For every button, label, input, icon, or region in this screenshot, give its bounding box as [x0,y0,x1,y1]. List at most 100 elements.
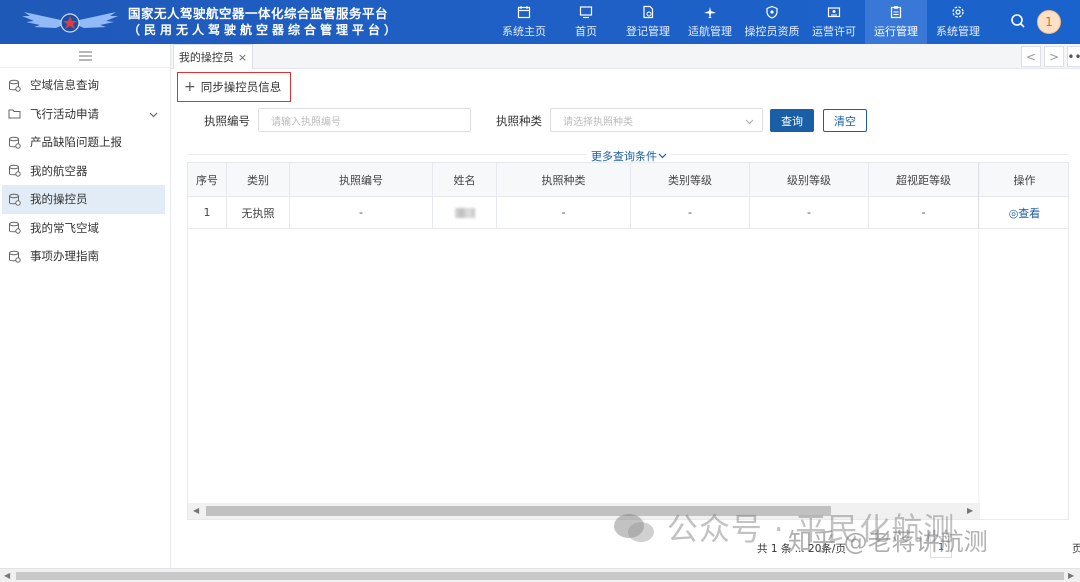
tab-bar: 我的操控员 × < > •• [171,44,1080,69]
cell-license-type: - [497,197,631,228]
cell-category-level: - [631,197,750,228]
sidebar-item-label: 我的航空器 [30,163,88,178]
col-header: 序号 [188,163,227,196]
caac-wings-logo [22,12,118,33]
scroll-right-icon[interactable]: ▶ [1068,571,1074,580]
col-header: 级别等级 [750,163,869,196]
database-icon [9,79,21,92]
sidebar-item-defect-report[interactable]: 产品缺陷问题上报 [0,128,170,157]
cell-index: 1 [188,197,227,228]
tab-more-menu[interactable]: •• [1067,46,1080,67]
col-header: 执照编号 [290,163,433,196]
scrollbar-thumb[interactable] [16,572,1064,580]
license-no-label: 执照编号 [204,114,250,128]
watermark-line2: 知乎 @老蒋讲航测 [788,528,988,556]
search-icon[interactable] [1010,13,1026,29]
sidebar-item-guide[interactable]: 事项办理指南 [0,242,170,271]
database-icon [9,164,21,177]
tab-scroll-next[interactable]: > [1044,46,1064,67]
nav-operation-management[interactable]: 运行管理 [865,0,927,44]
chevron-down-icon [658,153,667,159]
nav-registration[interactable]: 登记管理 [617,0,679,44]
sidebar-collapse-toggle[interactable] [0,44,170,68]
tab-label: 我的操控员 [178,51,234,64]
top-header: 国家无人驾驶航空器一体化综合监管服务平台 （民用无人驾驶航空器综合管理平台） 系… [0,0,1080,44]
nav-label: 登记管理 [626,25,670,38]
tab-scroll-prev[interactable]: < [1021,46,1041,67]
nav-system-management[interactable]: 系统管理 [927,0,989,44]
plane-icon [704,7,716,18]
col-header: 姓名 [433,163,497,196]
clipboard-icon [890,6,902,19]
nav-label: 系统主页 [502,25,546,38]
cell-bvlos-level: - [869,197,979,228]
scroll-left-icon[interactable]: ◀ [4,571,10,580]
sidebar-item-frequent-airspace[interactable]: 我的常飞空域 [0,214,170,243]
wechat-icon [614,514,654,542]
user-avatar[interactable]: 1 [1037,10,1061,34]
redacted-name [454,207,475,218]
document-icon [643,5,654,19]
clear-button[interactable]: 清空 [823,109,867,132]
nav-label: 运行管理 [874,25,918,38]
view-link[interactable]: ◎查看 [1009,205,1041,221]
platform-title-sub: （民用无人驾驶航空器综合管理平台） [128,23,401,37]
fixed-column-shadow [978,163,980,503]
sidebar-item-label: 飞行活动申请 [30,106,99,121]
nav-home[interactable]: 首页 [555,0,617,44]
nav-airworthiness[interactable]: 适航管理 [679,0,741,44]
nav-label: 运营许可 [812,25,856,38]
col-header: 超视距等级 [869,163,979,196]
nav-label: 系统管理 [936,25,980,38]
cell-category: 无执照 [227,197,290,228]
folder-icon [8,109,21,119]
col-header: 操作 [1013,173,1036,187]
col-header: 执照种类 [497,163,631,196]
sidebar-item-my-operators[interactable]: 我的操控员 [2,185,165,214]
sidebar-item-airspace-query[interactable]: 空域信息查询 [0,71,170,100]
page-horizontal-scrollbar[interactable]: ◀ ▶ [0,568,1080,582]
table-row: 1 无执照 - - - - - ◎查看 [188,197,1068,229]
platform-title-main: 国家无人驾驶航空器一体化综合监管服务平台 [128,6,389,21]
cell-grade-level: - [750,197,869,228]
chevron-down-icon [745,119,754,125]
license-type-select[interactable]: 请选择执照种类 [550,108,763,132]
nav-operation-license[interactable]: 运营许可 [803,0,865,44]
col-header: 类别 [227,163,290,196]
database-icon [9,193,21,206]
col-header: 类别等级 [631,163,750,196]
database-icon [9,221,21,234]
close-icon[interactable]: × [238,51,247,64]
sidebar-item-my-aircraft[interactable]: 我的航空器 [0,157,170,186]
id-card-icon [827,7,841,18]
sidebar-item-flight-application[interactable]: 飞行活动申请 [0,100,170,129]
sync-operator-button[interactable]: + 同步操控员信息 [177,72,291,102]
cell-license-no: - [290,197,433,228]
nav-operator-qualification[interactable]: 操控员资质 [741,0,803,44]
query-button[interactable]: 查询 [770,109,814,132]
table-header: 序号 类别 执照编号 姓名 执照种类 类别等级 级别等级 超视距等级 操作 [188,163,1068,197]
settings-icon [952,6,964,18]
scroll-right-icon[interactable]: ▶ [967,506,973,515]
database-icon [9,250,21,263]
tab-my-operators[interactable]: 我的操控员 × [173,44,253,69]
nav-label: 操控员资质 [744,25,800,38]
database-icon [9,136,21,149]
sidebar-item-label: 事项办理指南 [30,249,99,264]
chevron-down-icon [149,112,158,117]
cell-name [433,197,497,228]
license-type-placeholder: 请选择执照种类 [563,116,633,128]
top-nav: 系统主页 首页 登记管理 适航管理 操控员资质 运营许可 运行管理 系统管理 [493,0,989,44]
nav-system-home[interactable]: 系统主页 [493,0,555,44]
cell-action: ◎查看 [979,197,1070,228]
sidebar-item-label: 空域信息查询 [30,78,99,93]
sidebar-item-label: 我的常飞空域 [30,220,99,235]
sync-operator-label: 同步操控员信息 [200,80,282,94]
shield-icon [766,5,778,19]
sidebar-item-label: 我的操控员 [30,192,88,207]
platform-title: 国家无人驾驶航空器一体化综合监管服务平台 （民用无人驾驶航空器综合管理平台） [128,6,400,38]
license-no-input[interactable]: 请输入执照编号 [258,108,471,132]
plus-icon: + [184,79,196,95]
nav-label: 首页 [575,25,597,38]
scroll-left-icon[interactable]: ◀ [193,506,199,515]
